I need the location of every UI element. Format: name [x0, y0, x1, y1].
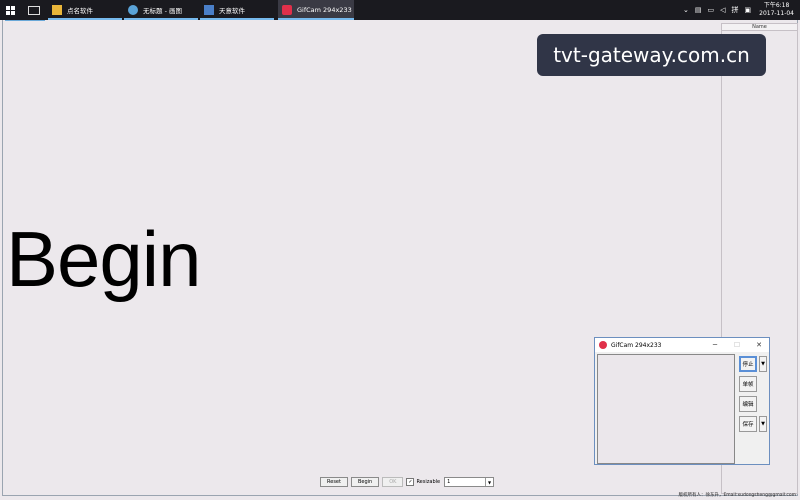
taskbar-app-label: 无标题 - 画图: [143, 7, 182, 15]
taskbar-app-paint[interactable]: 无标题 - 画图: [124, 0, 198, 20]
clock-date: 2017-11-04: [759, 10, 794, 17]
reset-button[interactable]: Reset: [320, 477, 348, 487]
gifcam-logo-icon: [599, 341, 607, 349]
gifcam-icon: [282, 5, 292, 15]
task-view-button[interactable]: [24, 0, 44, 20]
taskbar-app-roll-call[interactable]: 点名软件: [48, 0, 122, 20]
taskbar-app-label: 天意软件: [219, 7, 245, 15]
save-dropdown-icon[interactable]: ▼: [759, 416, 767, 432]
paint-icon: [128, 5, 138, 15]
begin-display-text: Begin: [6, 215, 201, 303]
resizable-label: Resizable: [416, 479, 441, 485]
taskbar-app-gifcam[interactable]: GifCam 294x233: [278, 0, 354, 20]
stop-button[interactable]: 停止: [739, 356, 757, 372]
edit-button[interactable]: 编辑: [739, 396, 757, 412]
gifcam-titlebar[interactable]: GifCam 294x233 ─ ☐ ✕: [595, 338, 769, 352]
save-button[interactable]: 保存: [739, 416, 757, 432]
clock[interactable]: 下午6:18 2017-11-04: [759, 2, 794, 18]
document-icon: [204, 5, 214, 15]
volume-icon[interactable]: ◁: [720, 6, 725, 14]
begin-button[interactable]: Begin: [350, 477, 380, 487]
task-view-icon: [28, 5, 40, 15]
watermark: tvt-gateway.com.cn: [537, 34, 766, 76]
gifcam-title: GifCam 294x233: [611, 341, 662, 349]
battery-icon[interactable]: ▭: [707, 6, 714, 14]
network-icon[interactable]: ▤: [695, 6, 702, 14]
ok-button[interactable]: OK: [382, 477, 404, 487]
folder-icon: [52, 5, 62, 15]
capture-frame[interactable]: [597, 354, 735, 464]
maximize-icon[interactable]: ☐: [729, 338, 745, 352]
window-accent: [5, 20, 45, 21]
close-icon[interactable]: ✕: [751, 338, 767, 352]
chevron-down-icon[interactable]: ▼: [485, 478, 493, 486]
taskbar: 点名软件 无标题 - 画图 天意软件 GifCam 294x233 ⌄ ▤ ▭ …: [0, 0, 800, 20]
control-bar: Reset Begin OK ✓ Resizable 1 ▼: [320, 476, 495, 488]
gifcam-window: GifCam 294x233 ─ ☐ ✕ 停止 ▼ 单帧 编辑 保存 ▼: [594, 337, 770, 465]
windows-logo-icon: [5, 5, 15, 15]
names-panel-header: Name: [722, 24, 797, 31]
system-tray: ⌄ ▤ ▭ ◁ 拼 ▣ 下午6:18 2017-11-04: [677, 0, 800, 20]
gifcam-buttons: 停止 ▼ 单帧 编辑 保存 ▼: [739, 356, 769, 436]
single-frame-button[interactable]: 单帧: [739, 376, 757, 392]
copyright-text: 版权所有人：徐东升，Email:xudongsheng@gmail.com: [678, 493, 796, 498]
minimize-icon[interactable]: ─: [707, 338, 723, 352]
ime-icon[interactable]: 拼: [732, 5, 739, 15]
count-select[interactable]: 1 ▼: [444, 477, 495, 487]
check-icon: ✓: [408, 479, 413, 485]
count-select-value: 1: [447, 479, 451, 485]
chevron-up-icon[interactable]: ⌄: [683, 6, 689, 14]
start-button[interactable]: [0, 0, 20, 20]
notification-icon[interactable]: ▣: [745, 6, 752, 14]
clock-time: 下午6:18: [763, 2, 790, 9]
resizable-checkbox[interactable]: ✓: [406, 478, 415, 486]
taskbar-app-label: GifCam 294x233: [297, 6, 352, 14]
taskbar-app-label: 点名软件: [67, 7, 93, 15]
taskbar-app-tianyi[interactable]: 天意软件: [200, 0, 274, 20]
stop-dropdown-icon[interactable]: ▼: [759, 356, 767, 372]
